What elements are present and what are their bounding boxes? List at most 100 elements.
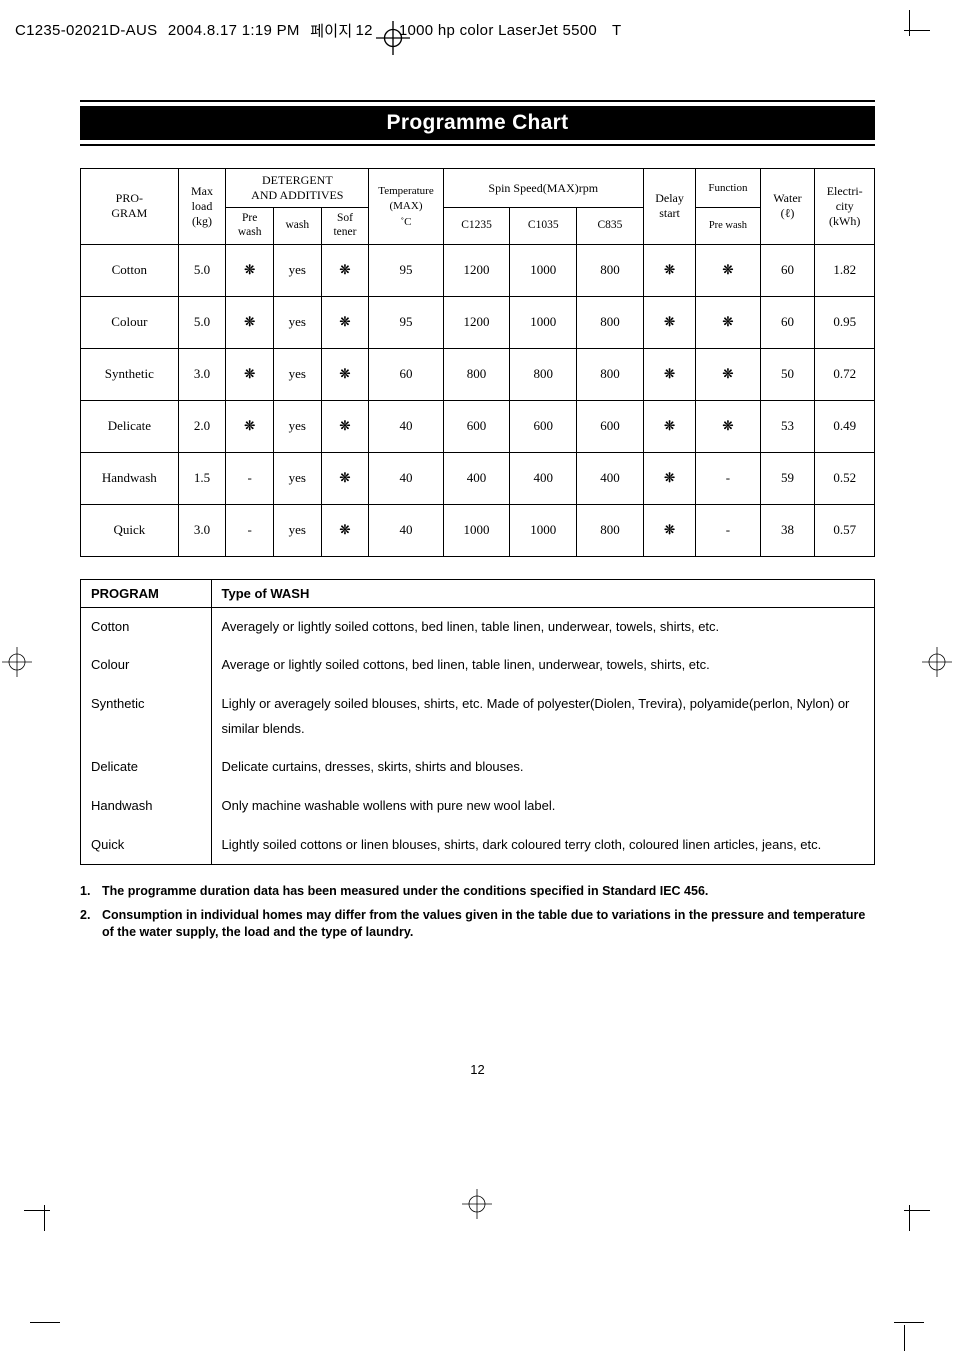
print-suffix: T	[612, 22, 621, 39]
cell-prewash: -	[226, 504, 274, 556]
cell-prewash: ❊	[226, 244, 274, 296]
cell-spin-c835: 600	[577, 400, 644, 452]
cell-water: 59	[760, 452, 815, 504]
page-content: Programme Chart PRO- GRAM Max load (kg) …	[80, 100, 875, 1077]
programme-table: PRO- GRAM Max load (kg) DETERGENT AND AD…	[80, 168, 875, 557]
cell-program: Handwash	[81, 452, 179, 504]
wash-desc-cell: Lighly or averagely soiled blouses, shir…	[211, 685, 874, 748]
cell-spin-c835: 800	[577, 244, 644, 296]
wash-program-cell: Cotton	[81, 607, 211, 646]
wash-type-table: PROGRAM Type of WASH CottonAveragely or …	[80, 579, 875, 866]
cell-program: Cotton	[81, 244, 179, 296]
cell-delay: ❊	[643, 296, 695, 348]
cell-electricity: 0.95	[815, 296, 875, 348]
cell-spin-c1035: 1000	[510, 504, 577, 556]
title-rule-top	[80, 100, 875, 102]
cell-program: Synthetic	[81, 348, 179, 400]
cell-wash: yes	[274, 504, 322, 556]
table-row: Delicate2.0❊yes❊40600600600❊❊530.49	[81, 400, 875, 452]
wash-program-cell: Colour	[81, 646, 211, 685]
cell-water: 50	[760, 348, 815, 400]
print-page-prefix: 페이지	[310, 20, 352, 41]
wash-header-program: PROGRAM	[81, 580, 211, 608]
wash-program-cell: Delicate	[81, 748, 211, 787]
print-printer: 1000 hp color LaserJet 5500	[399, 22, 597, 39]
print-datetime: 2004.8.17 1:19 PM	[168, 22, 300, 39]
cell-wash: yes	[274, 296, 322, 348]
header-spin-c835: C835	[577, 208, 644, 245]
registration-mark-icon	[920, 645, 954, 679]
table-row: SyntheticLighly or averagely soiled blou…	[81, 685, 874, 748]
page-number: 12	[80, 1062, 875, 1077]
cell-spin-c1035: 400	[510, 452, 577, 504]
cell-spin-c1035: 1000	[510, 296, 577, 348]
header-program: PRO- GRAM	[81, 169, 179, 245]
cell-program: Delicate	[81, 400, 179, 452]
crop-mark-icon	[24, 1191, 64, 1231]
cell-delay: ❊	[643, 504, 695, 556]
crop-tick-icon	[30, 1322, 60, 1323]
header-electricity: Electri- city (kWh)	[815, 169, 875, 245]
cell-spin-c1235: 1000	[443, 504, 510, 556]
table-row: DelicateDelicate curtains, dresses, skir…	[81, 748, 874, 787]
cell-spin-c835: 800	[577, 296, 644, 348]
print-job-header: C1235-02021D-AUS 2004.8.17 1:19 PM 페이지 1…	[15, 20, 621, 41]
wash-program-cell: Synthetic	[81, 685, 211, 748]
cell-spin-c1035: 600	[510, 400, 577, 452]
print-filename: C1235-02021D-AUS	[15, 22, 157, 39]
cell-delay: ❊	[643, 452, 695, 504]
cell-temp: 95	[369, 296, 443, 348]
cell-function: ❊	[696, 296, 760, 348]
cell-maxload: 3.0	[178, 504, 226, 556]
note-number: 1.	[80, 883, 102, 901]
cell-electricity: 0.72	[815, 348, 875, 400]
cell-water: 38	[760, 504, 815, 556]
wash-desc-cell: Averagely or lightly soiled cottons, bed…	[211, 607, 874, 646]
table-row: CottonAveragely or lightly soiled cotton…	[81, 607, 874, 646]
wash-desc-cell: Only machine washable wollens with pure …	[211, 787, 874, 826]
cell-softener: ❊	[321, 452, 369, 504]
cell-water: 60	[760, 296, 815, 348]
header-spin-group: Spin Speed(MAX)rpm	[443, 169, 643, 208]
cell-maxload: 2.0	[178, 400, 226, 452]
cell-spin-c1235: 1200	[443, 296, 510, 348]
cell-delay: ❊	[643, 400, 695, 452]
cell-spin-c1035: 800	[510, 348, 577, 400]
cell-prewash: ❊	[226, 296, 274, 348]
wash-desc-cell: Delicate curtains, dresses, skirts, shir…	[211, 748, 874, 787]
table-row: Handwash1.5-yes❊40400400400❊-590.52	[81, 452, 875, 504]
note-item: 1. The programme duration data has been …	[80, 883, 875, 901]
cell-softener: ❊	[321, 504, 369, 556]
header-delay: Delay start	[643, 169, 695, 245]
cell-prewash: ❊	[226, 400, 274, 452]
cell-wash: yes	[274, 348, 322, 400]
cell-maxload: 3.0	[178, 348, 226, 400]
header-function-prewash: Pre wash	[696, 208, 760, 245]
cell-program: Quick	[81, 504, 179, 556]
cell-maxload: 5.0	[178, 296, 226, 348]
cell-electricity: 1.82	[815, 244, 875, 296]
cell-spin-c835: 400	[577, 452, 644, 504]
wash-program-cell: Handwash	[81, 787, 211, 826]
crop-mark-icon	[890, 10, 930, 50]
cell-wash: yes	[274, 400, 322, 452]
header-detergent-group: DETERGENT AND ADDITIVES	[226, 169, 369, 208]
cell-function: ❊	[696, 348, 760, 400]
registration-mark-icon	[376, 21, 396, 41]
header-spin-c1235: C1235	[443, 208, 510, 245]
cell-temp: 40	[369, 452, 443, 504]
note-text: The programme duration data has been mea…	[102, 883, 708, 901]
cell-spin-c835: 800	[577, 504, 644, 556]
cell-spin-c835: 800	[577, 348, 644, 400]
cell-water: 53	[760, 400, 815, 452]
note-text: Consumption in individual homes may diff…	[102, 907, 875, 942]
table-row: QuickLightly soiled cottons or linen blo…	[81, 826, 874, 865]
cell-maxload: 5.0	[178, 244, 226, 296]
header-wash: wash	[274, 208, 322, 245]
cell-electricity: 0.49	[815, 400, 875, 452]
cell-wash: yes	[274, 244, 322, 296]
title-rule-bottom	[80, 144, 875, 146]
cell-electricity: 0.52	[815, 452, 875, 504]
cell-water: 60	[760, 244, 815, 296]
cell-program: Colour	[81, 296, 179, 348]
